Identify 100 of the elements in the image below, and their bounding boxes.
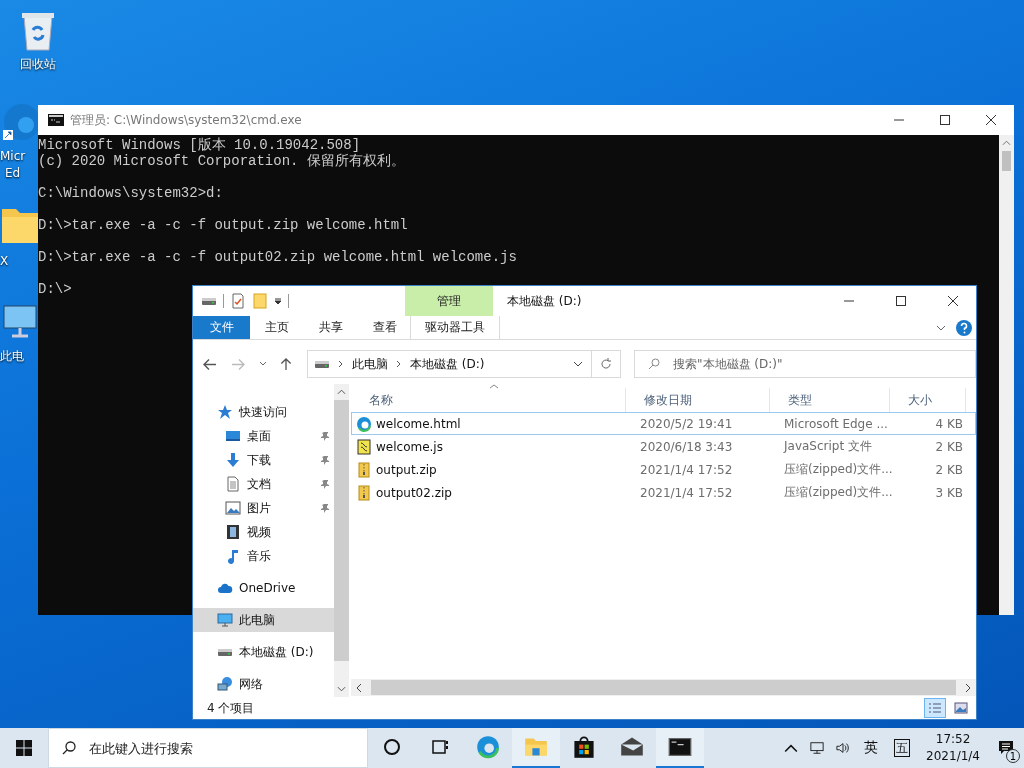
scroll-thumb[interactable]	[1002, 151, 1011, 171]
ribbon-tab[interactable]: 驱动器工具	[410, 316, 500, 339]
scroll-up-icon[interactable]	[1002, 140, 1011, 146]
search-icon	[62, 741, 76, 755]
circle-icon	[382, 737, 402, 757]
scroll-thumb[interactable]	[334, 400, 349, 661]
breadcrumb[interactable]: 本地磁盘 (D:)	[410, 355, 485, 373]
maximize-icon[interactable]	[896, 296, 906, 306]
search-icon	[648, 358, 660, 370]
nav-item[interactable]: 下载	[193, 448, 334, 472]
scrollbar[interactable]	[351, 679, 976, 696]
nav-item[interactable]: 桌面	[193, 424, 334, 448]
table-cell-text: 压缩(zipped)文件...	[783, 484, 891, 501]
file-name: output.zip	[376, 462, 437, 477]
scrollbar[interactable]	[334, 384, 349, 697]
nav-item[interactable]: 图片	[193, 496, 334, 520]
ribbon-tab[interactable]: 文件	[193, 316, 250, 339]
input-method-indicator[interactable]: 五	[894, 739, 911, 757]
back-arrow-icon[interactable]	[203, 357, 217, 371]
scroll-right-icon[interactable]	[965, 682, 971, 693]
dropdown-icon[interactable]	[274, 297, 282, 305]
input-method-indicator[interactable]: 英	[864, 739, 879, 757]
scroll-up-icon[interactable]	[337, 389, 346, 395]
scroll-thumb[interactable]	[371, 680, 956, 695]
nav-item[interactable]: OneDrive	[193, 576, 334, 600]
table-cell-text: 2021/1/4 17:52	[639, 462, 734, 477]
scroll-down-icon[interactable]	[337, 686, 346, 692]
window-title: 本地磁盘 (D:)	[507, 292, 582, 310]
task-view-icon	[430, 737, 450, 757]
column-header[interactable]: 修改日期	[626, 388, 770, 412]
scroll-left-icon[interactable]	[356, 682, 362, 693]
notifications-button[interactable]: 1	[988, 728, 1024, 768]
properties-icon[interactable]	[230, 293, 246, 309]
script-file-icon	[356, 438, 372, 455]
network-icon[interactable]	[810, 741, 825, 755]
ribbon-tab[interactable]: 共享	[304, 316, 358, 339]
nav-item[interactable]: 快速访问	[193, 400, 334, 424]
file-row[interactable]: welcome.html 2020/5/2 19:41 Microsoft Edge ... 4 KB	[351, 412, 976, 435]
nav-item[interactable]: 视频	[193, 520, 334, 544]
star-icon	[217, 404, 233, 420]
chevron-right-icon	[396, 360, 402, 368]
close-icon[interactable]	[986, 115, 996, 125]
help-icon[interactable]	[956, 319, 972, 336]
table-cell-text: Microsoft Edge ...	[783, 416, 889, 431]
speaker-icon[interactable]	[836, 741, 851, 755]
console-line: (c) 2020 Microsoft Corporation. 保留所有权利。	[38, 153, 406, 169]
breadcrumb[interactable]: 此电脑	[352, 355, 388, 373]
nav-item[interactable]: 文档	[193, 472, 334, 496]
file-row[interactable]: output.zip 2021/1/4 17:52 压缩(zipped)文件... 2 KB	[351, 458, 976, 481]
ribbon-tab[interactable]: 查看	[358, 316, 412, 339]
edge-icon	[476, 735, 500, 759]
console-line: D:\>tar.exe -a -c -f output.zip welcome.html	[38, 217, 409, 233]
column-header[interactable]: 名称	[351, 388, 626, 412]
desktop-icon	[225, 428, 241, 444]
console-icon	[668, 735, 692, 759]
refresh-icon[interactable]	[600, 358, 612, 370]
computer-icon	[217, 612, 233, 628]
taskbar-search-field[interactable]: 在此键入进行搜索	[48, 728, 368, 768]
table-cell-text: 3 KB	[934, 485, 964, 500]
windows-logo-icon[interactable]	[16, 740, 32, 756]
column-header[interactable]: 类型	[770, 388, 890, 412]
chevron-down-icon[interactable]	[573, 361, 583, 367]
nav-item[interactable]: 音乐	[193, 544, 334, 568]
console-icon	[48, 114, 64, 126]
file-row[interactable]: welcome.js 2020/6/18 3:43 JavaScript 文件 2 KB	[351, 435, 976, 458]
console-line: D:\>	[38, 281, 73, 297]
file-name: welcome.html	[376, 416, 461, 431]
nav-item[interactable]: 本地磁盘 (D:)	[193, 640, 334, 664]
scrollbar[interactable]	[999, 135, 1014, 615]
table-cell-text: 2 KB	[934, 439, 964, 454]
console-line: D:\>tar.exe -a -c -f output02.zip welcome.html welcome.js	[38, 249, 518, 265]
search-field[interactable]: 搜索"本地磁盘 (D:)"	[634, 350, 976, 378]
close-icon[interactable]	[948, 296, 958, 306]
clock[interactable]: 17:52 2021/1/4	[926, 731, 980, 765]
shopping-bag-icon	[572, 735, 596, 759]
nav-item[interactable]: 网络	[193, 672, 334, 696]
table-cell-text: 2 KB	[934, 462, 964, 477]
address-bar[interactable]: 此电脑 本地磁盘 (D:)	[307, 350, 621, 378]
maximize-icon[interactable]	[940, 115, 950, 125]
console-line: C:\Windows\system32>d:	[38, 185, 224, 201]
image-icon	[225, 500, 241, 516]
desktop-icon-label: 此电	[0, 348, 24, 365]
film-icon	[225, 524, 241, 540]
chevron-down-icon[interactable]	[259, 361, 267, 367]
console-line: Microsoft Windows [版本 10.0.19042.508]	[38, 137, 362, 153]
network-icon	[217, 676, 233, 692]
column-header[interactable]: 大小	[890, 388, 966, 412]
file-name: output02.zip	[376, 485, 452, 500]
desktop-icon-label: X	[0, 253, 9, 270]
up-arrow-icon[interactable]	[279, 357, 293, 371]
ribbon-tab[interactable]: 主页	[250, 316, 304, 339]
expand-ribbon-icon[interactable]	[936, 324, 946, 331]
download-icon	[225, 452, 241, 468]
sort-caret-icon	[489, 384, 499, 389]
file-row[interactable]: output02.zip 2021/1/4 17:52 压缩(zipped)文件... 3 KB	[351, 481, 976, 504]
nav-item[interactable]: 此电脑	[193, 608, 334, 632]
table-cell-text: 2020/6/18 3:43	[639, 439, 734, 454]
status-text: 4 个项目	[207, 699, 255, 717]
notification-count: 1	[1006, 749, 1020, 763]
taskbar-app-button[interactable]	[656, 728, 704, 768]
